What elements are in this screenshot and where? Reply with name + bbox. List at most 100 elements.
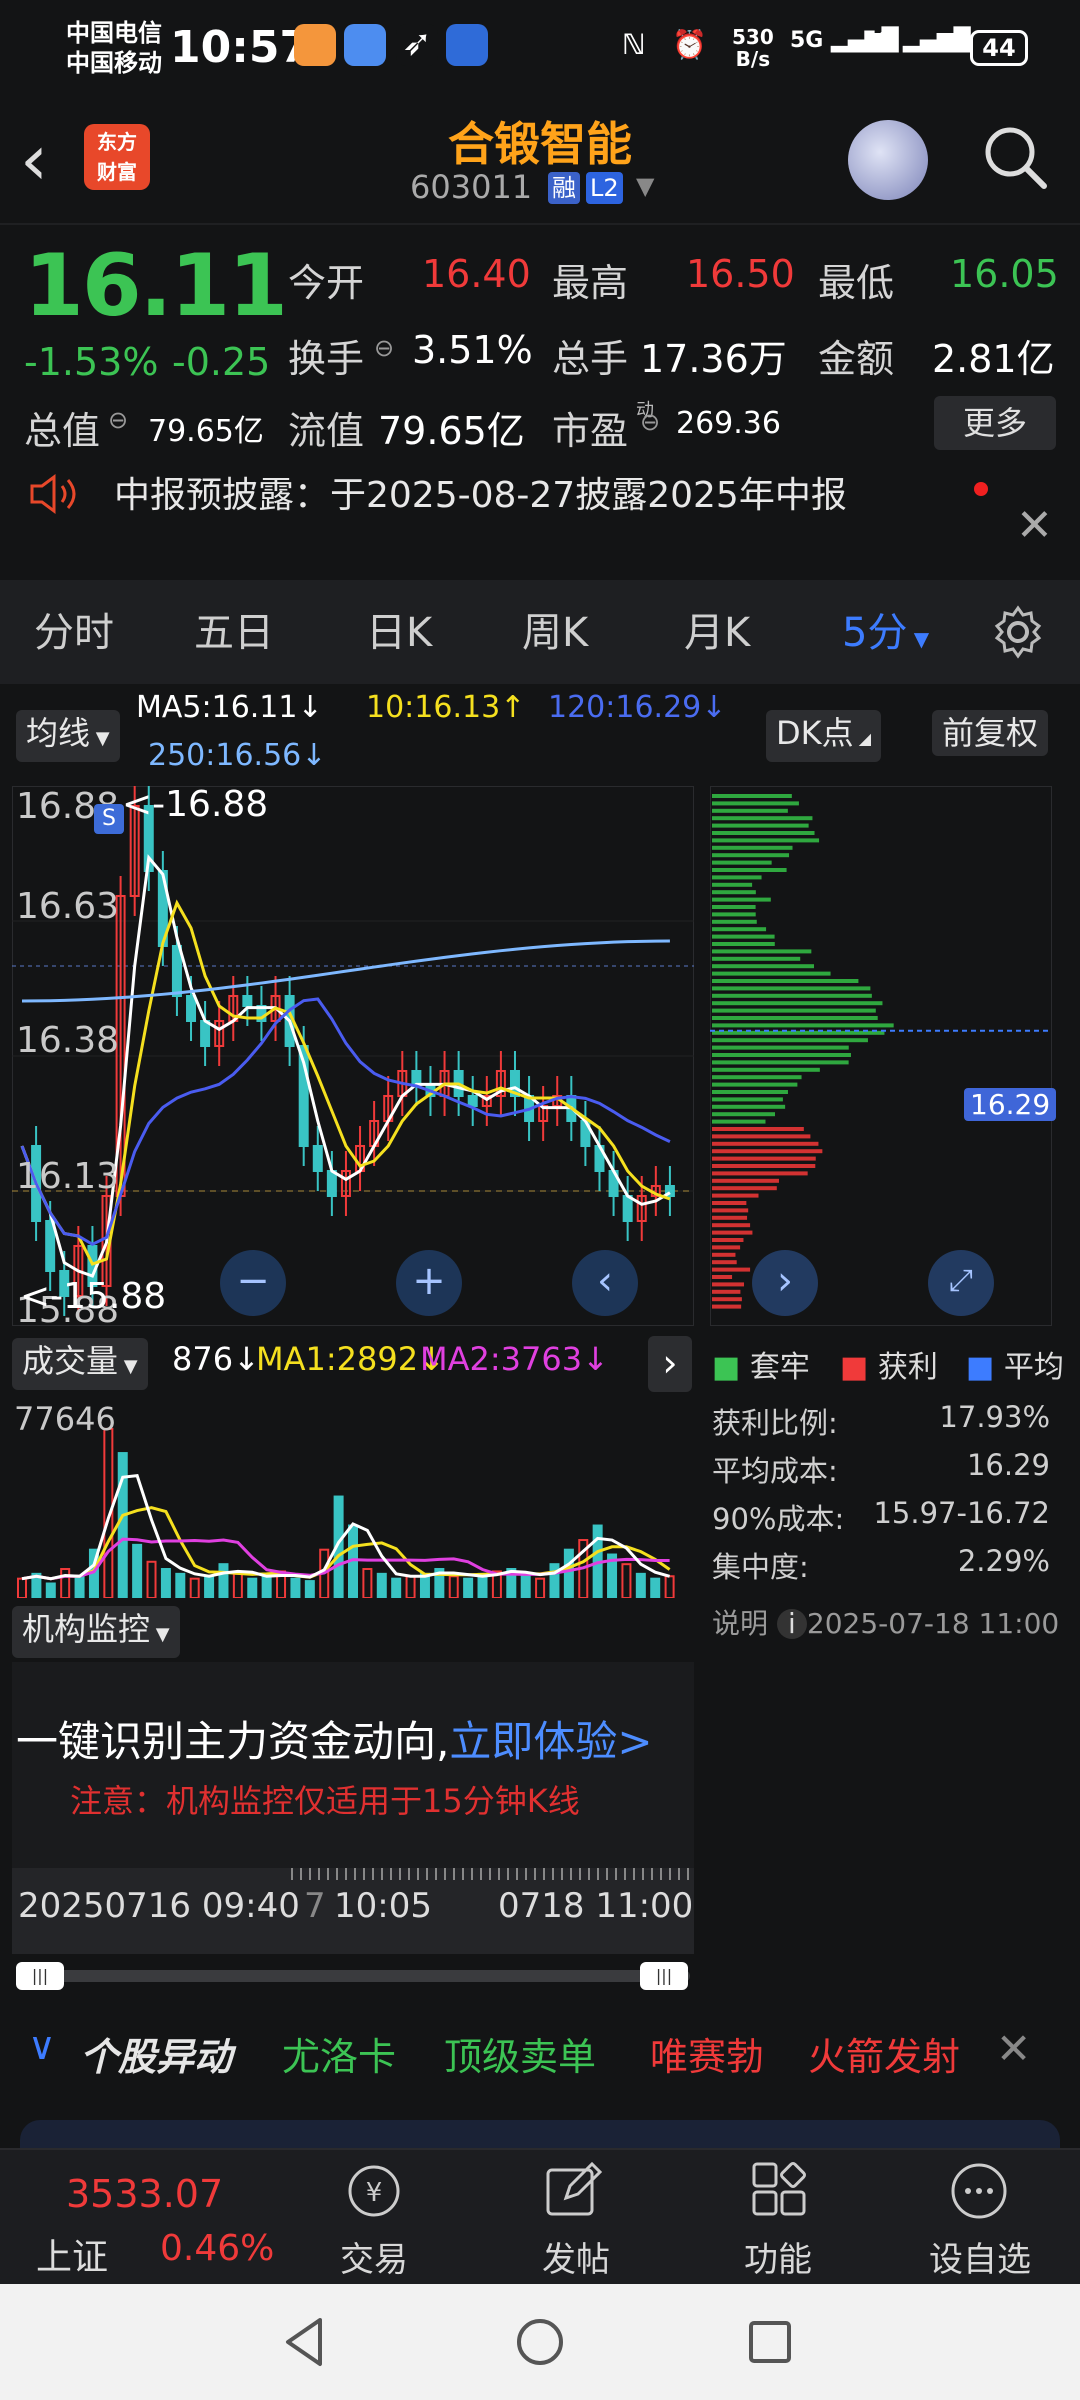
zoom-out-button[interactable]: −: [220, 1250, 286, 1316]
legend-profit: ■ 获利: [840, 1342, 938, 1386]
volume-value: 17.36万: [640, 328, 787, 383]
alarm-icon: ⏰: [672, 28, 707, 68]
adjust-button[interactable]: 前复权: [932, 710, 1048, 756]
nav-home-icon[interactable]: [514, 2316, 566, 2368]
concentration-value: 2.29%: [958, 1544, 1050, 1578]
net-speed: 530 B/s: [732, 26, 774, 70]
turnover-value: 3.51%: [412, 328, 533, 372]
chip-scroll-right-button[interactable]: ›: [752, 1250, 818, 1316]
volume-now: 876↓: [172, 1340, 260, 1378]
info-icon[interactable]: ⊖: [374, 334, 394, 362]
sell-marker[interactable]: S: [94, 804, 124, 834]
info-icon: i: [777, 1609, 807, 1639]
back-arrow-icon[interactable]: ‹: [20, 120, 48, 200]
gear-icon[interactable]: [990, 604, 1046, 660]
search-icon[interactable]: [980, 122, 1050, 192]
more-options-icon[interactable]: [948, 2160, 1010, 2222]
last-price: 16.11: [24, 236, 286, 336]
close-icon[interactable]: ✕: [996, 2024, 1031, 2073]
range-handle-right[interactable]: |||: [640, 1962, 688, 1990]
range-handle-left[interactable]: |||: [16, 1962, 64, 1990]
close-icon[interactable]: ✕: [1016, 500, 1053, 551]
low-value: 16.05: [950, 252, 1059, 296]
svg-text:¥: ¥: [366, 2178, 383, 2208]
post-label[interactable]: 发帖: [506, 2232, 646, 2281]
unread-dot: [974, 482, 988, 496]
stock-name: 合锻智能: [340, 108, 740, 174]
institution-promo: 一键识别主力资金动向,立即体验>: [16, 1708, 653, 1769]
stock-code: 603011: [410, 168, 532, 206]
tab-intraday[interactable]: 分时: [34, 600, 114, 658]
range-slider-track[interactable]: [18, 1970, 690, 1982]
trade-icon[interactable]: ¥: [340, 2160, 408, 2222]
info-icon[interactable]: ⊖: [108, 406, 128, 434]
max-price-note: <-16.88: [122, 784, 268, 825]
movers-label: 个股异动: [80, 2026, 232, 2081]
expand-indicators-button[interactable]: ›: [648, 1336, 692, 1392]
pe-label: 市盈: [552, 400, 628, 455]
volume-max-label: 77646: [14, 1400, 116, 1438]
time-end: 0718 11:00: [498, 1886, 693, 1926]
tab-weekly-k[interactable]: 周K: [522, 600, 588, 658]
mover-item[interactable]: 顶级卖单: [444, 2026, 596, 2081]
amount-label: 金额: [818, 328, 894, 383]
trade-label[interactable]: 交易: [304, 2232, 444, 2281]
vol-ma1: MA1:2892↓: [256, 1340, 445, 1378]
mover-item[interactable]: 火箭发射: [808, 2026, 960, 2081]
tick-label: 16.63: [16, 886, 119, 927]
change-pct: -1.53%: [24, 340, 158, 384]
volume-label: 总手: [552, 328, 628, 383]
info-icon[interactable]: ⊖: [640, 408, 660, 436]
low-label: 最低: [818, 252, 894, 307]
float-label: 流值: [288, 400, 364, 455]
mover-item[interactable]: 唯赛勃: [650, 2026, 764, 2081]
time-start: 20250716 09:40: [18, 1886, 300, 1926]
scroll-left-button[interactable]: ‹: [572, 1250, 638, 1316]
change-abs: -0.25: [172, 340, 270, 384]
avg-cost-marker: 16.29: [964, 1088, 1056, 1121]
open-value: 16.40: [422, 252, 531, 296]
functions-label[interactable]: 功能: [708, 2232, 848, 2281]
index-value[interactable]: 3533.07: [66, 2172, 223, 2216]
ma120-value: 120:16.29↓: [548, 690, 726, 725]
notice-text: 中报预披露：于2025-08-27披露2025年中报: [114, 466, 847, 518]
margin-badge: 融: [548, 172, 580, 204]
add-watchlist-label[interactable]: 设自选: [910, 2232, 1050, 2281]
eastmoney-logo[interactable]: 东方 财富: [84, 124, 150, 190]
tab-5day[interactable]: 五日: [194, 600, 274, 658]
nav-back-icon[interactable]: [280, 2316, 330, 2368]
more-button[interactable]: 更多: [934, 396, 1056, 450]
tab-monthly-k[interactable]: 月K: [684, 600, 750, 658]
chip-note[interactable]: 说明 i 2025-07-18 11:00: [712, 1602, 1059, 1642]
feather-icon: ➶: [396, 24, 438, 66]
volume-selector[interactable]: 成交量 ▼: [12, 1338, 148, 1390]
profit-ratio-label: 获利比例:: [712, 1400, 838, 1442]
time-mid-a: 7: [304, 1886, 326, 1926]
time-mid-b: 10:05: [334, 1886, 432, 1926]
functions-icon[interactable]: [748, 2160, 810, 2222]
try-now-link[interactable]: 立即体验>: [449, 1717, 652, 1766]
institution-selector[interactable]: 机构监控 ▼: [12, 1606, 180, 1658]
nfc-icon: ℕ: [622, 28, 645, 68]
zoom-in-button[interactable]: +: [396, 1250, 462, 1316]
battery-icon: 44: [970, 30, 1028, 66]
expand-icon[interactable]: ⤢: [928, 1250, 994, 1316]
cost90-value: 15.97-16.72: [873, 1496, 1050, 1530]
index-pct[interactable]: 0.46%: [160, 2228, 274, 2269]
tab-daily-k[interactable]: 日K: [366, 600, 432, 658]
dk-point-button[interactable]: DK点 ◢: [766, 710, 881, 762]
chevron-down-icon[interactable]: ▼: [636, 172, 654, 200]
chevron-down-icon[interactable]: ∨: [28, 2024, 56, 2068]
signal-icon-2: 5G ▂▄▆█: [862, 28, 971, 68]
robot-avatar[interactable]: [848, 120, 928, 200]
chip-distribution-chart: [710, 786, 1052, 1326]
browser-notification-icon: [344, 24, 386, 66]
ma-selector[interactable]: 均线 ▼: [16, 710, 120, 762]
index-name[interactable]: 上证: [36, 2228, 108, 2280]
tab-5min[interactable]: 5分 ▼: [842, 600, 929, 658]
nav-recent-icon[interactable]: [746, 2318, 794, 2366]
ma5-value: MA5:16.11↓: [136, 690, 323, 725]
mover-item[interactable]: 尤洛卡: [282, 2026, 396, 2081]
tick-label: 16.38: [16, 1020, 119, 1061]
post-icon[interactable]: [542, 2160, 604, 2222]
